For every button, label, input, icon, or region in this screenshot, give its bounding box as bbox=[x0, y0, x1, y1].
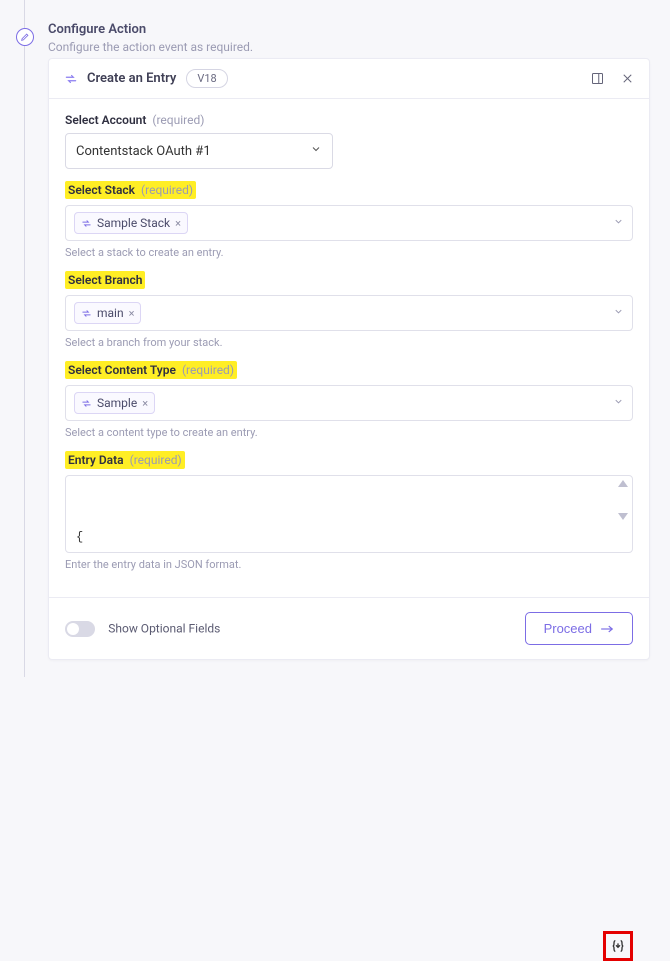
content-type-label: Select Content Type (required) bbox=[65, 361, 237, 379]
stack-chip: Sample Stack × bbox=[74, 212, 188, 234]
panel-icon[interactable] bbox=[589, 71, 605, 87]
stack-chip-remove[interactable]: × bbox=[175, 217, 181, 230]
branch-select[interactable]: main × bbox=[65, 295, 633, 331]
content-type-chip: Sample × bbox=[74, 392, 155, 414]
branch-label: Select Branch bbox=[65, 271, 145, 289]
optional-fields-label: Show Optional Fields bbox=[108, 621, 220, 635]
optional-fields-row: Show Optional Fields bbox=[65, 621, 220, 637]
branch-helper: Select a branch from your stack. bbox=[65, 336, 633, 349]
chevron-down-icon bbox=[613, 396, 624, 411]
stack-label: Select Stack (required) bbox=[65, 181, 196, 199]
optional-fields-toggle[interactable] bbox=[65, 621, 95, 637]
card-title: Create an Entry bbox=[87, 71, 176, 86]
branch-chip-remove[interactable]: × bbox=[129, 307, 135, 320]
action-card: Create an Entry V18 Select Account (requ… bbox=[48, 58, 650, 660]
pencil-icon bbox=[20, 32, 30, 42]
account-label: Select Account (required) bbox=[65, 113, 204, 127]
branch-icon bbox=[81, 308, 92, 319]
arrow-right-icon bbox=[600, 624, 614, 634]
content-type-helper: Select a content type to create an entry… bbox=[65, 426, 633, 439]
content-type-icon bbox=[81, 398, 92, 409]
code-line: { bbox=[76, 527, 622, 549]
entry-data-label: Entry Data (required) bbox=[65, 451, 185, 469]
scroll-down-button[interactable] bbox=[618, 513, 628, 520]
step-indicator bbox=[16, 28, 34, 46]
stack-select[interactable]: Sample Stack × bbox=[65, 205, 633, 241]
card-header: Create an Entry V18 bbox=[49, 59, 649, 99]
resize-handle[interactable] bbox=[616, 536, 630, 550]
entry-data-editor[interactable]: { "entry": { "title": " 1.body × ", "cla… bbox=[65, 475, 633, 553]
arrows-swap-icon bbox=[63, 71, 79, 87]
entry-data-helper: Enter the entry data in JSON format. bbox=[65, 558, 633, 571]
stack-helper: Select a stack to create an entry. bbox=[65, 246, 633, 259]
json-import-button[interactable] bbox=[603, 931, 633, 961]
chevron-down-icon bbox=[613, 306, 624, 321]
content-type-select[interactable]: Sample × bbox=[65, 385, 633, 421]
page-subtitle: Configure the action event as required. bbox=[48, 40, 253, 54]
proceed-button[interactable]: Proceed bbox=[525, 612, 633, 645]
account-select[interactable]: Contentstack OAuth #1 bbox=[65, 133, 333, 169]
content-type-chip-remove[interactable]: × bbox=[142, 397, 148, 410]
account-value: Contentstack OAuth #1 bbox=[76, 144, 211, 159]
chevron-down-icon bbox=[613, 216, 624, 231]
page-title: Configure Action bbox=[48, 22, 253, 37]
stack-icon bbox=[81, 218, 92, 229]
chevron-down-icon bbox=[310, 143, 322, 159]
branch-chip: main × bbox=[74, 302, 141, 324]
close-icon[interactable] bbox=[619, 71, 635, 87]
version-pill: V18 bbox=[186, 69, 227, 88]
scroll-up-button[interactable] bbox=[618, 480, 628, 487]
